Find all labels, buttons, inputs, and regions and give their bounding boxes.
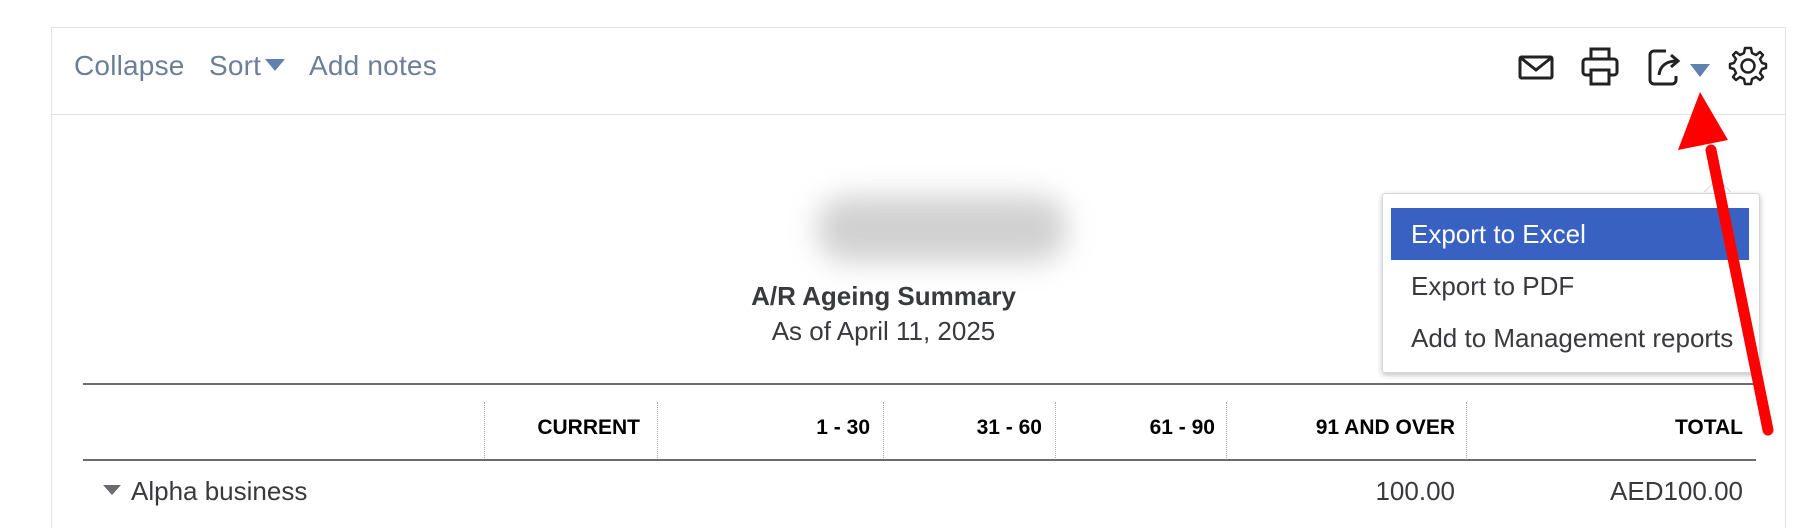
column-header-91-and-over[interactable]: 91 AND OVER (1316, 416, 1455, 440)
column-divider (1226, 402, 1227, 460)
column-header-61-90[interactable]: 61 - 90 (1150, 416, 1215, 440)
collapse-row-chevron-icon[interactable] (103, 485, 121, 495)
column-header-1-30[interactable]: 1 - 30 (816, 416, 870, 440)
company-name-redacted (817, 196, 1067, 262)
cell-91-and-over[interactable]: 100.00 (1375, 476, 1455, 507)
column-divider (1466, 402, 1467, 460)
column-divider (484, 402, 485, 460)
add-to-management-reports-item[interactable]: Add to Management reports (1391, 312, 1749, 364)
sort-label: Sort (209, 50, 262, 81)
add-notes-button[interactable]: Add notes (309, 50, 437, 82)
column-divider (1055, 402, 1056, 460)
export-to-excel-item[interactable]: Export to Excel (1391, 208, 1749, 260)
table-row-label[interactable]: Alpha business (103, 476, 307, 507)
chevron-down-icon (265, 59, 286, 71)
export-to-pdf-item[interactable]: Export to PDF (1391, 260, 1749, 312)
column-divider (657, 402, 658, 460)
customer-name[interactable]: Alpha business (131, 476, 307, 506)
report-toolbar: Collapse Sort Add notes (52, 28, 1785, 115)
table-header-rule (83, 459, 1756, 461)
print-icon[interactable] (1580, 46, 1620, 93)
settings-gear-icon[interactable] (1726, 44, 1770, 93)
column-divider (883, 402, 884, 460)
export-dropdown-menu: Export to Excel Export to PDF Add to Man… (1382, 193, 1760, 373)
cell-total[interactable]: AED100.00 (1610, 476, 1743, 507)
sort-button[interactable]: Sort (209, 50, 286, 82)
export-icon[interactable] (1646, 46, 1688, 93)
table-top-rule (83, 383, 1756, 385)
export-dropdown-chevron-icon[interactable] (1690, 64, 1710, 77)
collapse-button[interactable]: Collapse (74, 50, 185, 82)
report-panel: Collapse Sort Add notes A/R Ageing Summa… (51, 27, 1786, 528)
column-header-total[interactable]: TOTAL (1675, 416, 1743, 440)
email-icon[interactable] (1517, 48, 1555, 91)
column-header-31-60[interactable]: 31 - 60 (977, 416, 1042, 440)
column-header-current[interactable]: CURRENT (537, 416, 640, 440)
